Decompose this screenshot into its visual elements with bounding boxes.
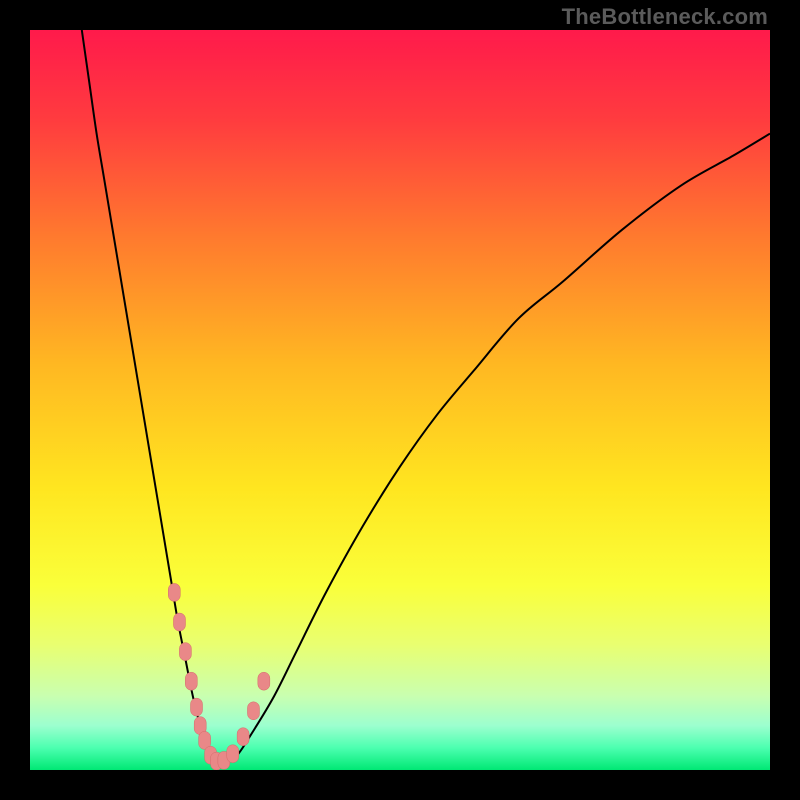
bottleneck-curve [30, 30, 770, 770]
curve-marker [173, 613, 185, 631]
curve-marker [179, 643, 191, 661]
curve-marker [191, 698, 203, 716]
curve-marker [247, 702, 259, 720]
chart-frame: TheBottleneck.com [0, 0, 800, 800]
curve-marker [227, 745, 239, 763]
curve-marker [237, 728, 249, 746]
watermark-text: TheBottleneck.com [562, 4, 768, 30]
curve-marker [168, 583, 180, 601]
plot-area [30, 30, 770, 770]
curve-marker [258, 672, 270, 690]
curve-marker [185, 672, 197, 690]
